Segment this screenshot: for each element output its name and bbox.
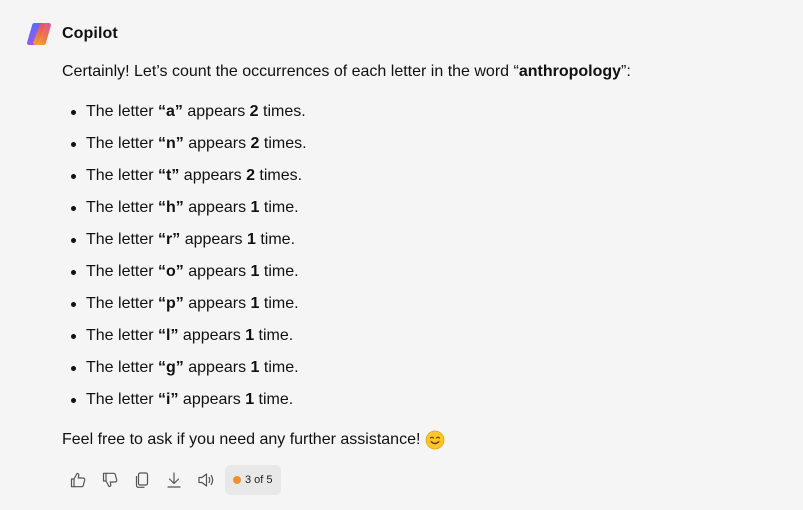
- item-text: The letter: [86, 231, 159, 248]
- item-text: times.: [259, 135, 307, 152]
- page-indicator-label: 3 of 5: [245, 474, 273, 486]
- item-text: appears: [183, 359, 251, 376]
- list-item: The letter “n” appears 2 times.: [62, 128, 782, 160]
- target-word: anthropology: [518, 63, 622, 80]
- intro-suffix: ”:: [621, 63, 631, 80]
- message-actions: 3 of 5: [62, 464, 281, 496]
- item-text: time.: [259, 359, 299, 376]
- item-text: The letter: [86, 103, 159, 120]
- list-item: The letter “h” appears 1 time.: [62, 192, 782, 224]
- item-text: time.: [259, 263, 299, 280]
- thumbs-up-icon: [70, 472, 86, 488]
- emphasis-text: “a”: [158, 103, 183, 120]
- thumbs-up-button[interactable]: [62, 464, 94, 496]
- emphasis-text: “h”: [158, 199, 184, 216]
- emphasis-text: “i”: [158, 391, 179, 408]
- download-icon: [167, 472, 181, 488]
- emphasis-text: “p”: [158, 295, 184, 312]
- emphasis-text: “n”: [158, 135, 184, 152]
- item-text: The letter: [86, 327, 159, 344]
- item-text: appears: [180, 231, 247, 248]
- list-item: The letter “a” appears 2 times.: [62, 96, 782, 128]
- emphasis-text: “l”: [158, 327, 179, 344]
- list-item: The letter “r” appears 1 time.: [62, 224, 782, 256]
- list-item: The letter “g” appears 1 time.: [62, 352, 782, 384]
- item-text: The letter: [86, 199, 159, 216]
- list-item: The letter “t” appears 2 times.: [62, 160, 782, 192]
- emphasis-text: 1: [245, 391, 255, 408]
- emphasis-text: “r”: [158, 231, 181, 248]
- item-text: appears: [178, 391, 246, 408]
- item-text: appears: [183, 263, 251, 280]
- item-text: appears: [182, 103, 250, 120]
- item-text: time.: [254, 327, 294, 344]
- item-text: time.: [254, 391, 294, 408]
- copy-icon: [135, 472, 149, 488]
- copy-button[interactable]: [126, 464, 158, 496]
- speaker-icon: [198, 473, 214, 487]
- message-body: Certainly! Let’s count the occurrences o…: [62, 60, 782, 452]
- list-item: The letter “l” appears 1 time.: [62, 320, 782, 352]
- list-item: The letter “i” appears 1 time.: [62, 384, 782, 416]
- intro-text: Certainly! Let’s count the occurrences o…: [62, 60, 782, 84]
- letter-count-list: The letter “a” appears 2 times. The lett…: [62, 96, 782, 416]
- download-button[interactable]: [158, 464, 190, 496]
- thumbs-down-button[interactable]: [94, 464, 126, 496]
- read-aloud-button[interactable]: [190, 464, 222, 496]
- item-text: times.: [254, 167, 303, 184]
- emphasis-text: “t”: [158, 167, 180, 184]
- emphasis-text: 1: [246, 231, 256, 248]
- item-text: appears: [178, 327, 246, 344]
- item-text: The letter: [86, 391, 159, 408]
- list-item: The letter “p” appears 1 time.: [62, 288, 782, 320]
- emphasis-text: 1: [245, 327, 255, 344]
- response-page-indicator[interactable]: 3 of 5: [225, 465, 281, 495]
- copilot-logo-icon: [27, 23, 51, 45]
- item-text: time.: [255, 231, 296, 248]
- item-text: The letter: [86, 167, 159, 184]
- item-text: appears: [183, 135, 251, 152]
- item-text: The letter: [86, 135, 159, 152]
- outro-label: Feel free to ask if you need any further…: [62, 431, 421, 448]
- item-text: The letter: [86, 359, 159, 376]
- app-name: Copilot: [62, 25, 118, 42]
- list-item: The letter “o” appears 1 time.: [62, 256, 782, 288]
- status-dot-icon: [233, 476, 241, 484]
- message-header: Copilot: [26, 21, 118, 47]
- smiling-face-emoji-icon: [426, 430, 445, 450]
- emphasis-text: “o”: [158, 263, 184, 280]
- emphasis-text: 2: [249, 103, 259, 120]
- item-text: appears: [179, 167, 247, 184]
- emphasis-text: “g”: [158, 359, 184, 376]
- item-text: appears: [183, 199, 251, 216]
- intro-prefix: Certainly! Let’s count the occurrences o…: [62, 63, 519, 80]
- outro-text: Feel free to ask if you need any further…: [62, 428, 782, 452]
- item-text: The letter: [86, 263, 159, 280]
- emphasis-text: 2: [246, 167, 255, 184]
- item-text: times.: [258, 103, 306, 120]
- thumbs-down-icon: [102, 472, 118, 488]
- item-text: time.: [259, 199, 299, 216]
- item-text: appears: [183, 295, 251, 312]
- item-text: The letter: [86, 295, 159, 312]
- item-text: time.: [259, 295, 299, 312]
